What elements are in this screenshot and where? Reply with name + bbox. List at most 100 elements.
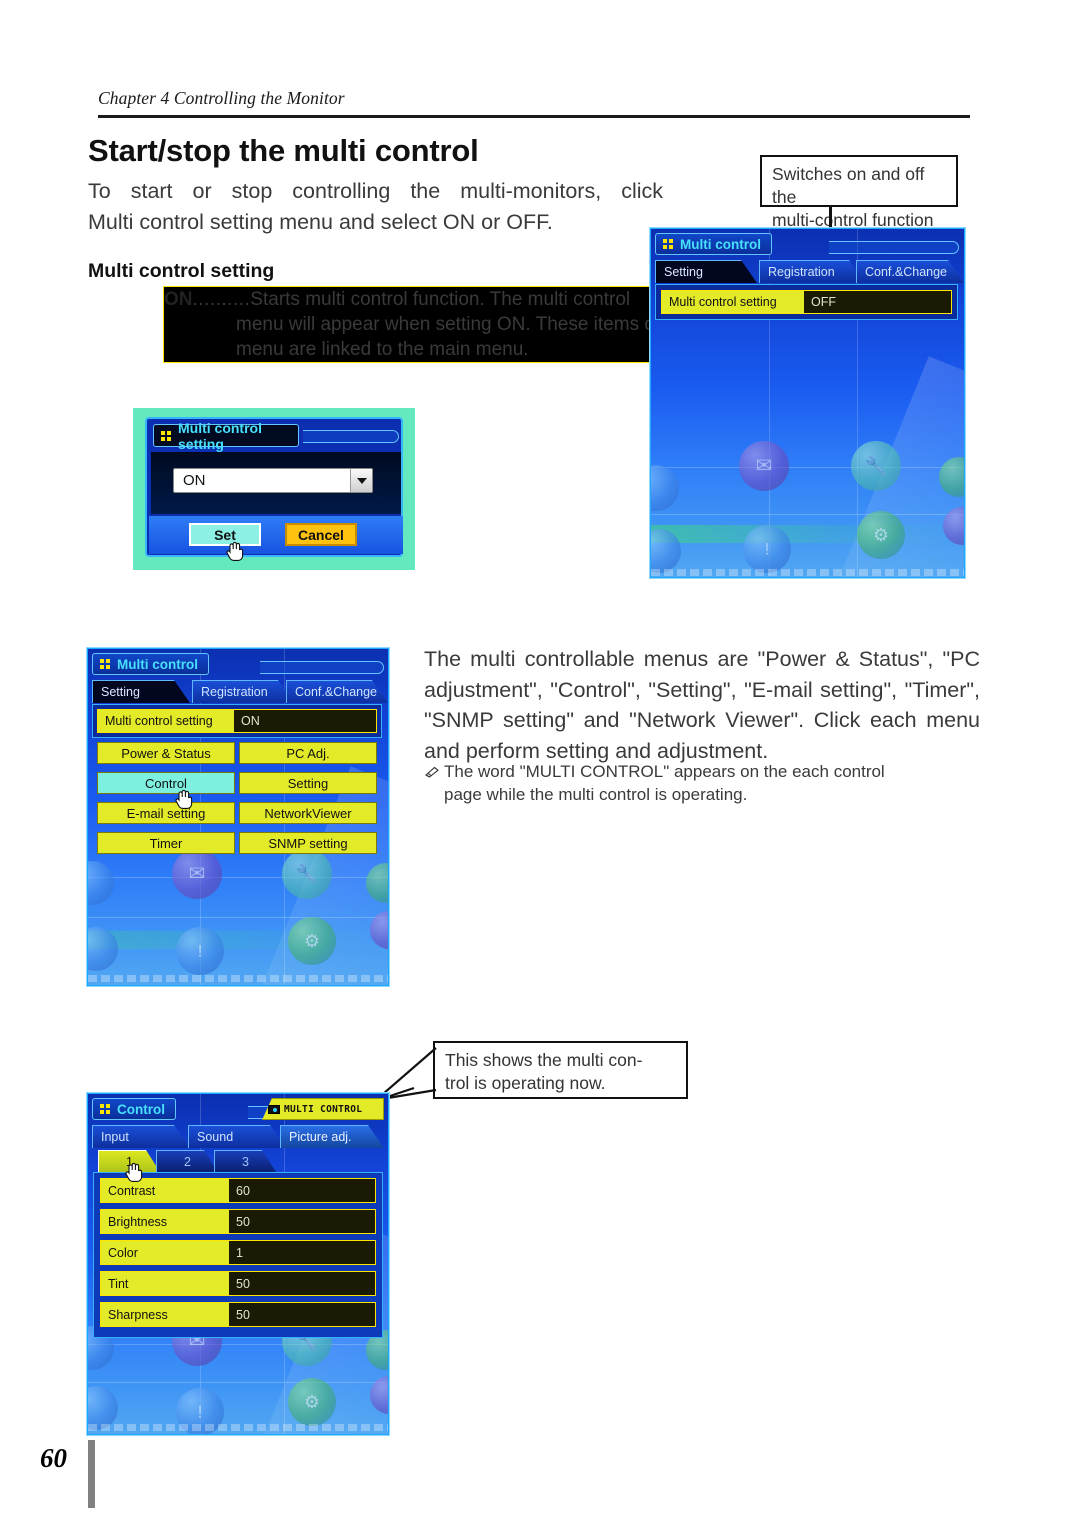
row-multi-control-setting[interactable]: Multi control setting ON — [97, 709, 377, 733]
menu-button-snmp-setting-label: SNMP setting — [268, 835, 348, 851]
menu-button-control[interactable]: Control — [97, 772, 235, 794]
row-sharpness-label: Sharpness — [101, 1303, 229, 1326]
window-title: Multi control — [680, 236, 761, 252]
number-tab-3[interactable]: 3 — [214, 1150, 276, 1172]
window-title-bar: Multi control — [655, 233, 772, 255]
right-paragraph: The multi controllable menus are "Power … — [424, 644, 980, 766]
select-value: ON — [183, 472, 206, 489]
menu-button-networkviewer[interactable]: NetworkViewer — [239, 802, 377, 824]
window-title: Multi control — [117, 656, 198, 672]
tab-setting[interactable]: Setting — [655, 260, 757, 283]
menu-button-setting[interactable]: Setting — [239, 772, 377, 794]
title-bar-extension — [260, 661, 384, 674]
row-color-label: Color — [101, 1241, 229, 1264]
multi-control-badge: MULTI CONTROL — [262, 1098, 384, 1120]
menu-button-pc-adj-label: PC Adj. — [286, 745, 330, 761]
menu-button-snmp-setting[interactable]: SNMP setting — [239, 832, 377, 854]
monitor-icon — [268, 1104, 280, 1114]
dialog-window: Multi control setting ON Set Cancel — [145, 417, 403, 561]
tab-input[interactable]: Input — [92, 1125, 190, 1148]
screenshot-multi-control-off: ✉ 🔧 ⚙ ! Multi control Setting Registrati… — [649, 227, 966, 579]
intro-line-2: Multi control setting menu and select ON… — [88, 210, 553, 234]
definition-on-continuation: menu will appear when setting ON. These … — [236, 314, 661, 360]
menu-button-power-status-label: Power & Status — [121, 745, 211, 761]
screenshot-multi-control-setting-dialog: Multi control setting ON Set Cancel — [133, 408, 415, 570]
header-rule — [98, 115, 970, 118]
definition-on-term: ON — [164, 289, 193, 310]
tab-sound-label: Sound — [197, 1130, 234, 1144]
row-color[interactable]: Color 1 — [100, 1240, 376, 1265]
page-title: Start/stop the multi control — [88, 133, 479, 168]
right-line-3: "SNMP setting" and "Network Viewer". Cli… — [424, 708, 980, 732]
row-brightness-label: Brightness — [101, 1210, 229, 1233]
callout-operating-line-1: This shows the multi con- — [445, 1050, 643, 1070]
definition-on: ON..........Starts multi control functio… — [163, 286, 663, 363]
callout-switch-line-1: Switches on and off the — [772, 164, 925, 207]
cancel-button[interactable]: Cancel — [285, 523, 357, 546]
tab-sound[interactable]: Sound — [188, 1125, 286, 1148]
right-line-1: The multi controllable menus are "Power … — [424, 647, 980, 671]
tab-setting[interactable]: Setting — [92, 680, 190, 703]
row-sharpness-value[interactable]: 50 — [229, 1303, 375, 1326]
tab-registration[interactable]: Registration — [759, 260, 865, 283]
menu-button-pc-adj[interactable]: PC Adj. — [239, 742, 377, 764]
definition-on-dots: .......... — [192, 289, 251, 310]
row-tint-value[interactable]: 50 — [229, 1272, 375, 1295]
row-tint-label: Tint — [101, 1272, 229, 1295]
definition-on-text: Starts multi control function. The multi… — [250, 289, 631, 310]
row-multi-control-setting-label: Multi control setting — [662, 291, 804, 313]
window-title-bar: Control — [92, 1098, 176, 1120]
row-brightness[interactable]: Brightness 50 — [100, 1209, 376, 1234]
grid-dots-icon — [663, 239, 673, 249]
page-number: 60 — [40, 1443, 67, 1473]
dialog-title-bar: Multi control setting — [153, 420, 299, 452]
row-multi-control-setting-label: Multi control setting — [98, 710, 234, 732]
right-line-4: and perform setting and adjustment. — [424, 738, 769, 763]
row-color-value[interactable]: 1 — [229, 1241, 375, 1264]
number-tab-3-label: 3 — [242, 1154, 249, 1169]
pencil-icon — [424, 761, 440, 778]
tab-conf-change[interactable]: Conf.&Change — [856, 260, 964, 283]
row-multi-control-setting-value[interactable]: ON — [234, 710, 376, 732]
number-tab-2[interactable]: 2 — [156, 1150, 218, 1172]
row-sharpness[interactable]: Sharpness 50 — [100, 1302, 376, 1327]
mouse-cursor-icon — [225, 539, 245, 563]
menu-button-timer-label: Timer — [149, 835, 183, 851]
title-bar-extension — [829, 241, 959, 254]
callout-operating-line-2: trol is operating now. — [445, 1073, 606, 1093]
menu-button-timer[interactable]: Timer — [97, 832, 235, 854]
row-contrast-value[interactable]: 60 — [229, 1179, 375, 1202]
window-title: Control — [117, 1101, 165, 1117]
menu-button-networkviewer-label: NetworkViewer — [264, 805, 352, 821]
intro-paragraph: To start or stop controlling the multi-m… — [88, 176, 663, 238]
grid-dots-icon — [100, 1104, 110, 1114]
callout-switch: Switches on and off the multi-control fu… — [760, 155, 958, 230]
subheading-multi-control-setting: Multi control setting — [88, 260, 275, 282]
multi-control-setting-select[interactable]: ON — [173, 468, 373, 493]
menu-button-setting-label: Setting — [287, 775, 329, 791]
window-title-bar: Multi control — [92, 653, 209, 675]
dialog-title-extension — [303, 430, 399, 443]
row-brightness-value[interactable]: 50 — [229, 1210, 375, 1233]
row-multi-control-setting-value[interactable]: OFF — [804, 291, 951, 313]
grid-dots-icon — [161, 430, 171, 441]
dialog-title: Multi control setting — [178, 419, 262, 452]
chevron-down-icon[interactable] — [350, 469, 372, 492]
tab-registration[interactable]: Registration — [192, 680, 294, 703]
grid-dots-icon — [100, 659, 110, 669]
tab-conf-change[interactable]: Conf.&Change — [286, 680, 388, 703]
dialog-footer — [149, 516, 403, 554]
row-tint[interactable]: Tint 50 — [100, 1271, 376, 1296]
tab-conf-change-label: Conf.&Change — [295, 685, 378, 699]
tab-setting-label: Setting — [101, 685, 140, 699]
tab-picture-adj[interactable]: Picture adj. — [280, 1125, 384, 1148]
note-block: The word "MULTI CONTROL" appears on the … — [424, 760, 980, 806]
cancel-button-label: Cancel — [298, 526, 344, 543]
right-line-2: adjustment", "Control", "Setting", "E-ma… — [424, 677, 980, 702]
row-multi-control-setting[interactable]: Multi control setting OFF — [661, 290, 952, 314]
menu-button-email-setting[interactable]: E-mail setting — [97, 802, 235, 824]
tab-input-label: Input — [101, 1130, 129, 1144]
menu-button-power-status[interactable]: Power & Status — [97, 742, 235, 764]
multi-control-badge-label: MULTI CONTROL — [284, 1103, 363, 1115]
number-tab-2-label: 2 — [184, 1154, 191, 1169]
